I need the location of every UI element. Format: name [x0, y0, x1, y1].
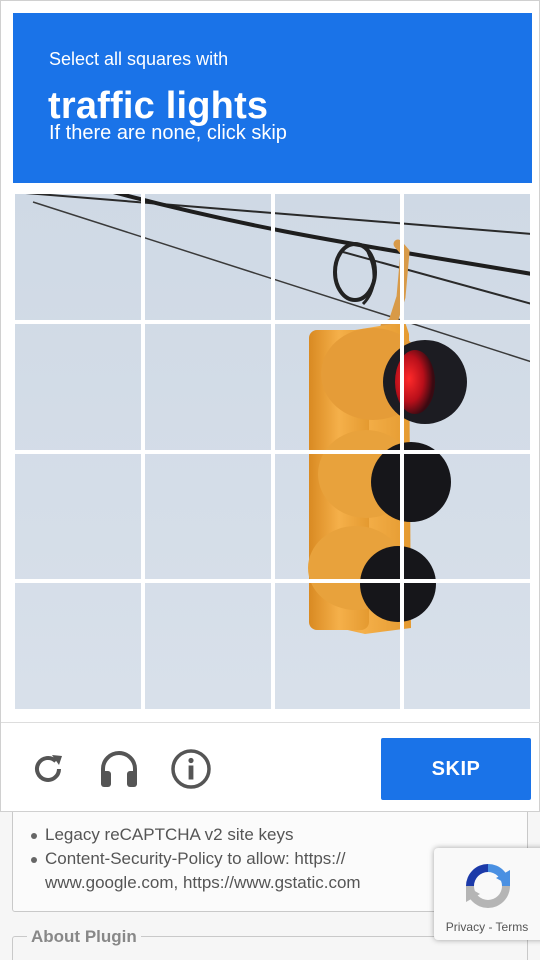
- challenge-header: Select all squares with traffic lights I…: [13, 13, 532, 183]
- audio-challenge-button[interactable]: [97, 747, 141, 791]
- requirements-list: Legacy reCAPTCHA v2 site keys Content-Se…: [31, 823, 451, 895]
- challenge-image-grid: [13, 192, 532, 711]
- grid-tile[interactable]: [272, 321, 403, 452]
- grid-tile[interactable]: [272, 581, 403, 711]
- grid-tile[interactable]: [142, 581, 273, 711]
- skip-hint-text: If there are none, click skip: [49, 122, 287, 144]
- instruction-text: Select all squares with: [49, 49, 229, 69]
- grid-tile[interactable]: [272, 451, 403, 582]
- grid-tile[interactable]: [272, 192, 403, 322]
- info-icon: [171, 749, 211, 789]
- privacy-terms-links[interactable]: Privacy - Terms: [434, 920, 540, 934]
- list-item: Content-Security-Policy to allow: https:…: [31, 847, 451, 895]
- captcha-dialog: Select all squares with traffic lights I…: [0, 0, 540, 812]
- grid-tile[interactable]: [13, 321, 143, 452]
- list-item: Legacy reCAPTCHA v2 site keys: [31, 823, 451, 847]
- footer-divider: [1, 722, 540, 723]
- grid-tile[interactable]: [13, 581, 143, 711]
- section-title: About Plugin: [27, 927, 141, 947]
- grid-tile[interactable]: [402, 451, 532, 582]
- grid-tile[interactable]: [142, 192, 273, 322]
- grid-tile[interactable]: [402, 192, 532, 322]
- headphones-icon: [101, 751, 137, 787]
- grid-tile[interactable]: [402, 321, 532, 452]
- reload-icon: [35, 755, 62, 782]
- grid-tile[interactable]: [142, 321, 273, 452]
- grid-tile[interactable]: [13, 192, 143, 322]
- help-info-button[interactable]: [169, 747, 213, 791]
- grid-tile[interactable]: [13, 451, 143, 582]
- reload-button[interactable]: [26, 747, 70, 791]
- recaptcha-badge[interactable]: Privacy - Terms: [434, 848, 540, 940]
- tile-grid: [13, 192, 532, 711]
- grid-tile[interactable]: [142, 451, 273, 582]
- skip-button[interactable]: SKIP: [381, 738, 531, 800]
- recaptcha-logo-icon: [466, 864, 510, 908]
- grid-tile[interactable]: [402, 581, 532, 711]
